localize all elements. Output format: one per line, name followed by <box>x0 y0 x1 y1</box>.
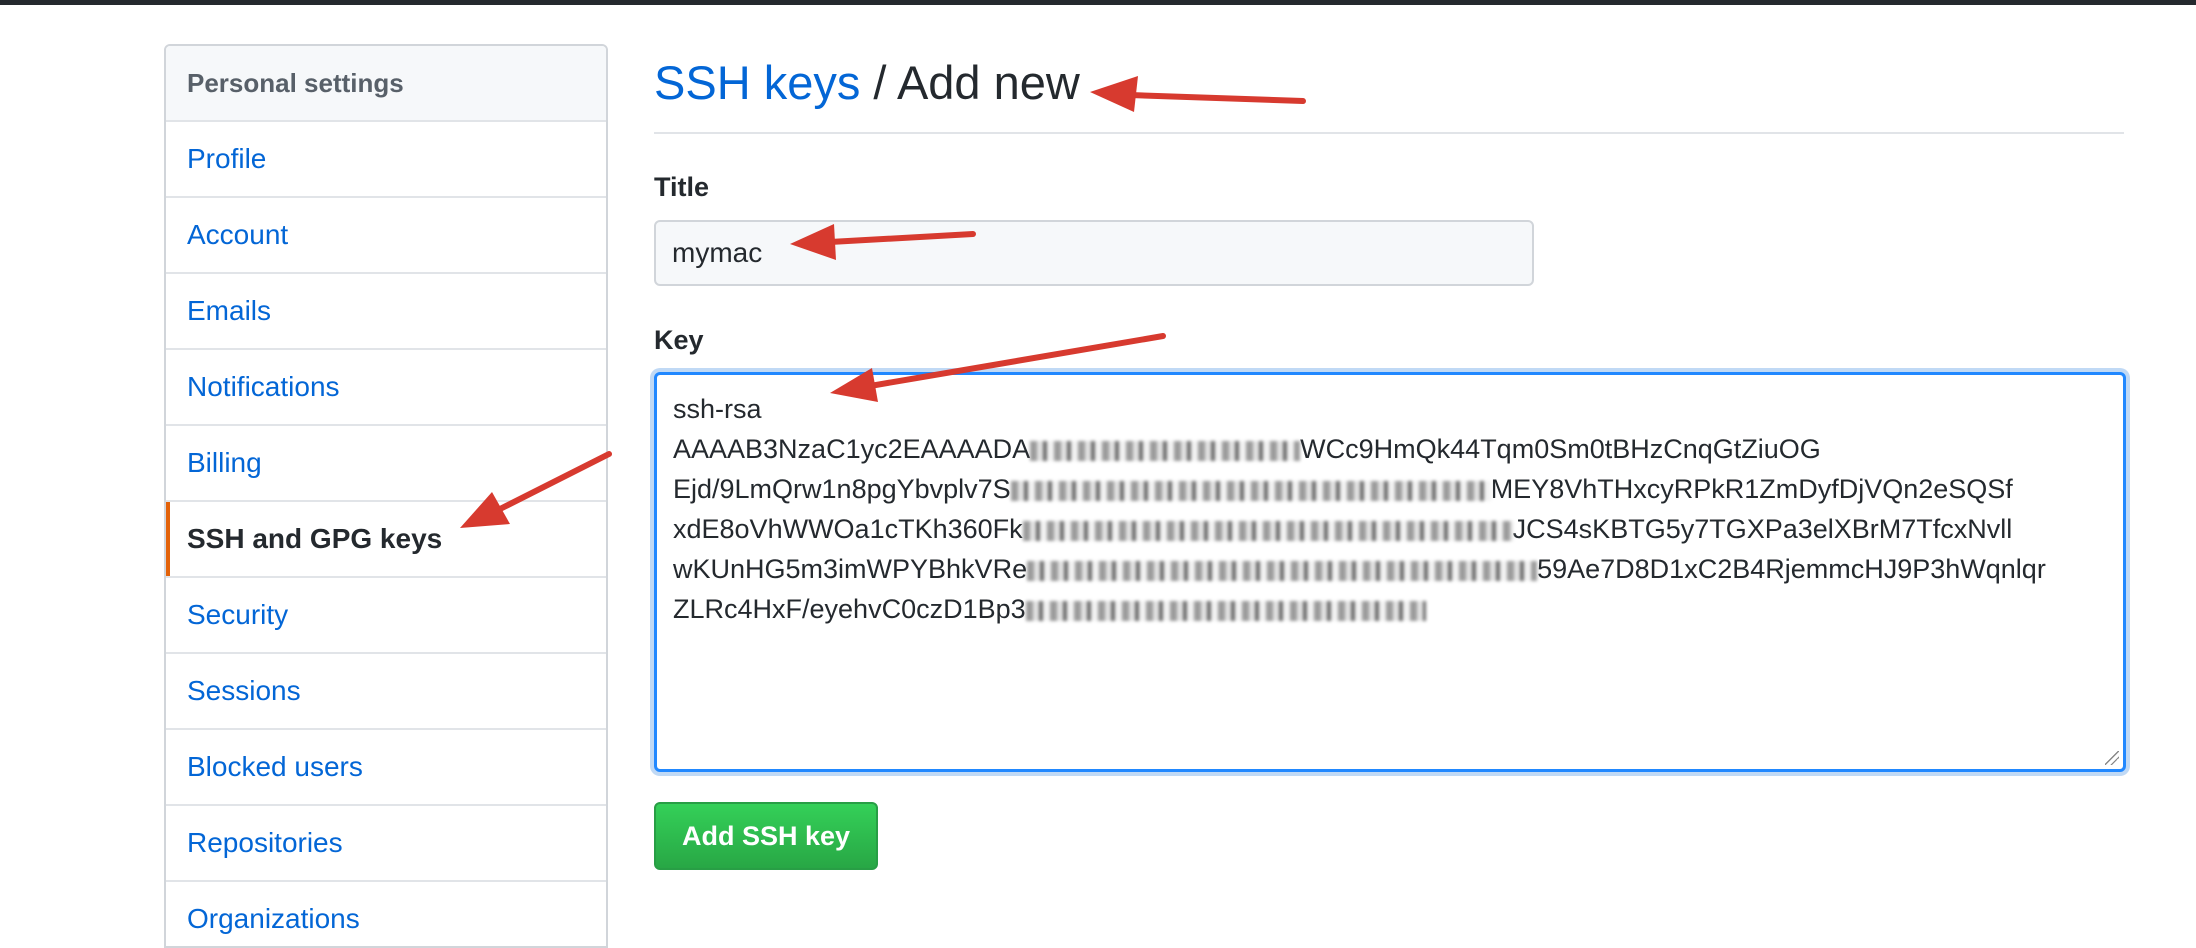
sidebar-item-security[interactable]: Security <box>166 578 606 654</box>
sidebar-item-blocked-users[interactable]: Blocked users <box>166 730 606 806</box>
sidebar-header: Personal settings <box>166 46 606 122</box>
redacted-text <box>1010 480 1491 501</box>
annotation-arrow <box>1090 76 1306 112</box>
sidebar-item-emails[interactable]: Emails <box>166 274 606 350</box>
key-line: xdE8oVhWWOa1cTKh360Fk JCS4sKBTG5y7TGXPa3e… <box>673 514 2013 544</box>
title-input[interactable]: mymac <box>654 220 1534 286</box>
heading-divider <box>654 132 2124 134</box>
key-line: wKUnHG5m3imWPYBhkVRe 59Ae7D8D1xC2B4Rjemmc… <box>673 554 2046 584</box>
breadcrumb-ssh-keys-link[interactable]: SSH keys <box>654 56 860 109</box>
add-ssh-key-button[interactable]: Add SSH key <box>654 802 878 870</box>
key-line: ssh-rsa <box>673 394 762 424</box>
redacted-text <box>1027 560 1538 581</box>
key-line: AAAAB3NzaC1yc2EAAAADA WCc9HmQk44Tqm0Sm0tB… <box>673 434 1821 464</box>
sidebar-item-notifications[interactable]: Notifications <box>166 350 606 426</box>
key-label: Key <box>654 325 704 355</box>
top-bar <box>0 0 2196 5</box>
title-label: Title <box>654 172 710 202</box>
redacted-text <box>1025 600 1426 621</box>
breadcrumb-current: Add new <box>896 56 1080 109</box>
sidebar-item-billing[interactable]: Billing <box>166 426 606 502</box>
sidebar-item-ssh-gpg-keys[interactable]: SSH and GPG keys <box>166 502 606 578</box>
sidebar-item-account[interactable]: Account <box>166 198 606 274</box>
key-textarea[interactable]: ssh-rsa AAAAB3NzaC1yc2EAAAADA WCc9HmQk44T… <box>654 372 2126 772</box>
resize-grip-icon[interactable] <box>2105 751 2119 765</box>
settings-sidebar: Personal settings Profile Account Emails… <box>164 44 608 948</box>
sidebar-item-organizations[interactable]: Organizations <box>166 882 606 946</box>
page-title: SSH keys / Add new <box>654 52 1080 114</box>
key-line: Ejd/9LmQrw1n8pgYbvplv7S MEY8VhTHxcyRPkR1Z… <box>673 474 2013 504</box>
sidebar-item-sessions[interactable]: Sessions <box>166 654 606 730</box>
breadcrumb-separator: / <box>873 56 887 109</box>
redacted-text <box>1022 520 1513 541</box>
key-line: ZLRc4HxF/eyehvC0czD1Bp3 <box>673 589 2107 629</box>
redacted-text <box>1030 440 1301 461</box>
sidebar-item-repositories[interactable]: Repositories <box>166 806 606 882</box>
sidebar-item-profile[interactable]: Profile <box>166 122 606 198</box>
